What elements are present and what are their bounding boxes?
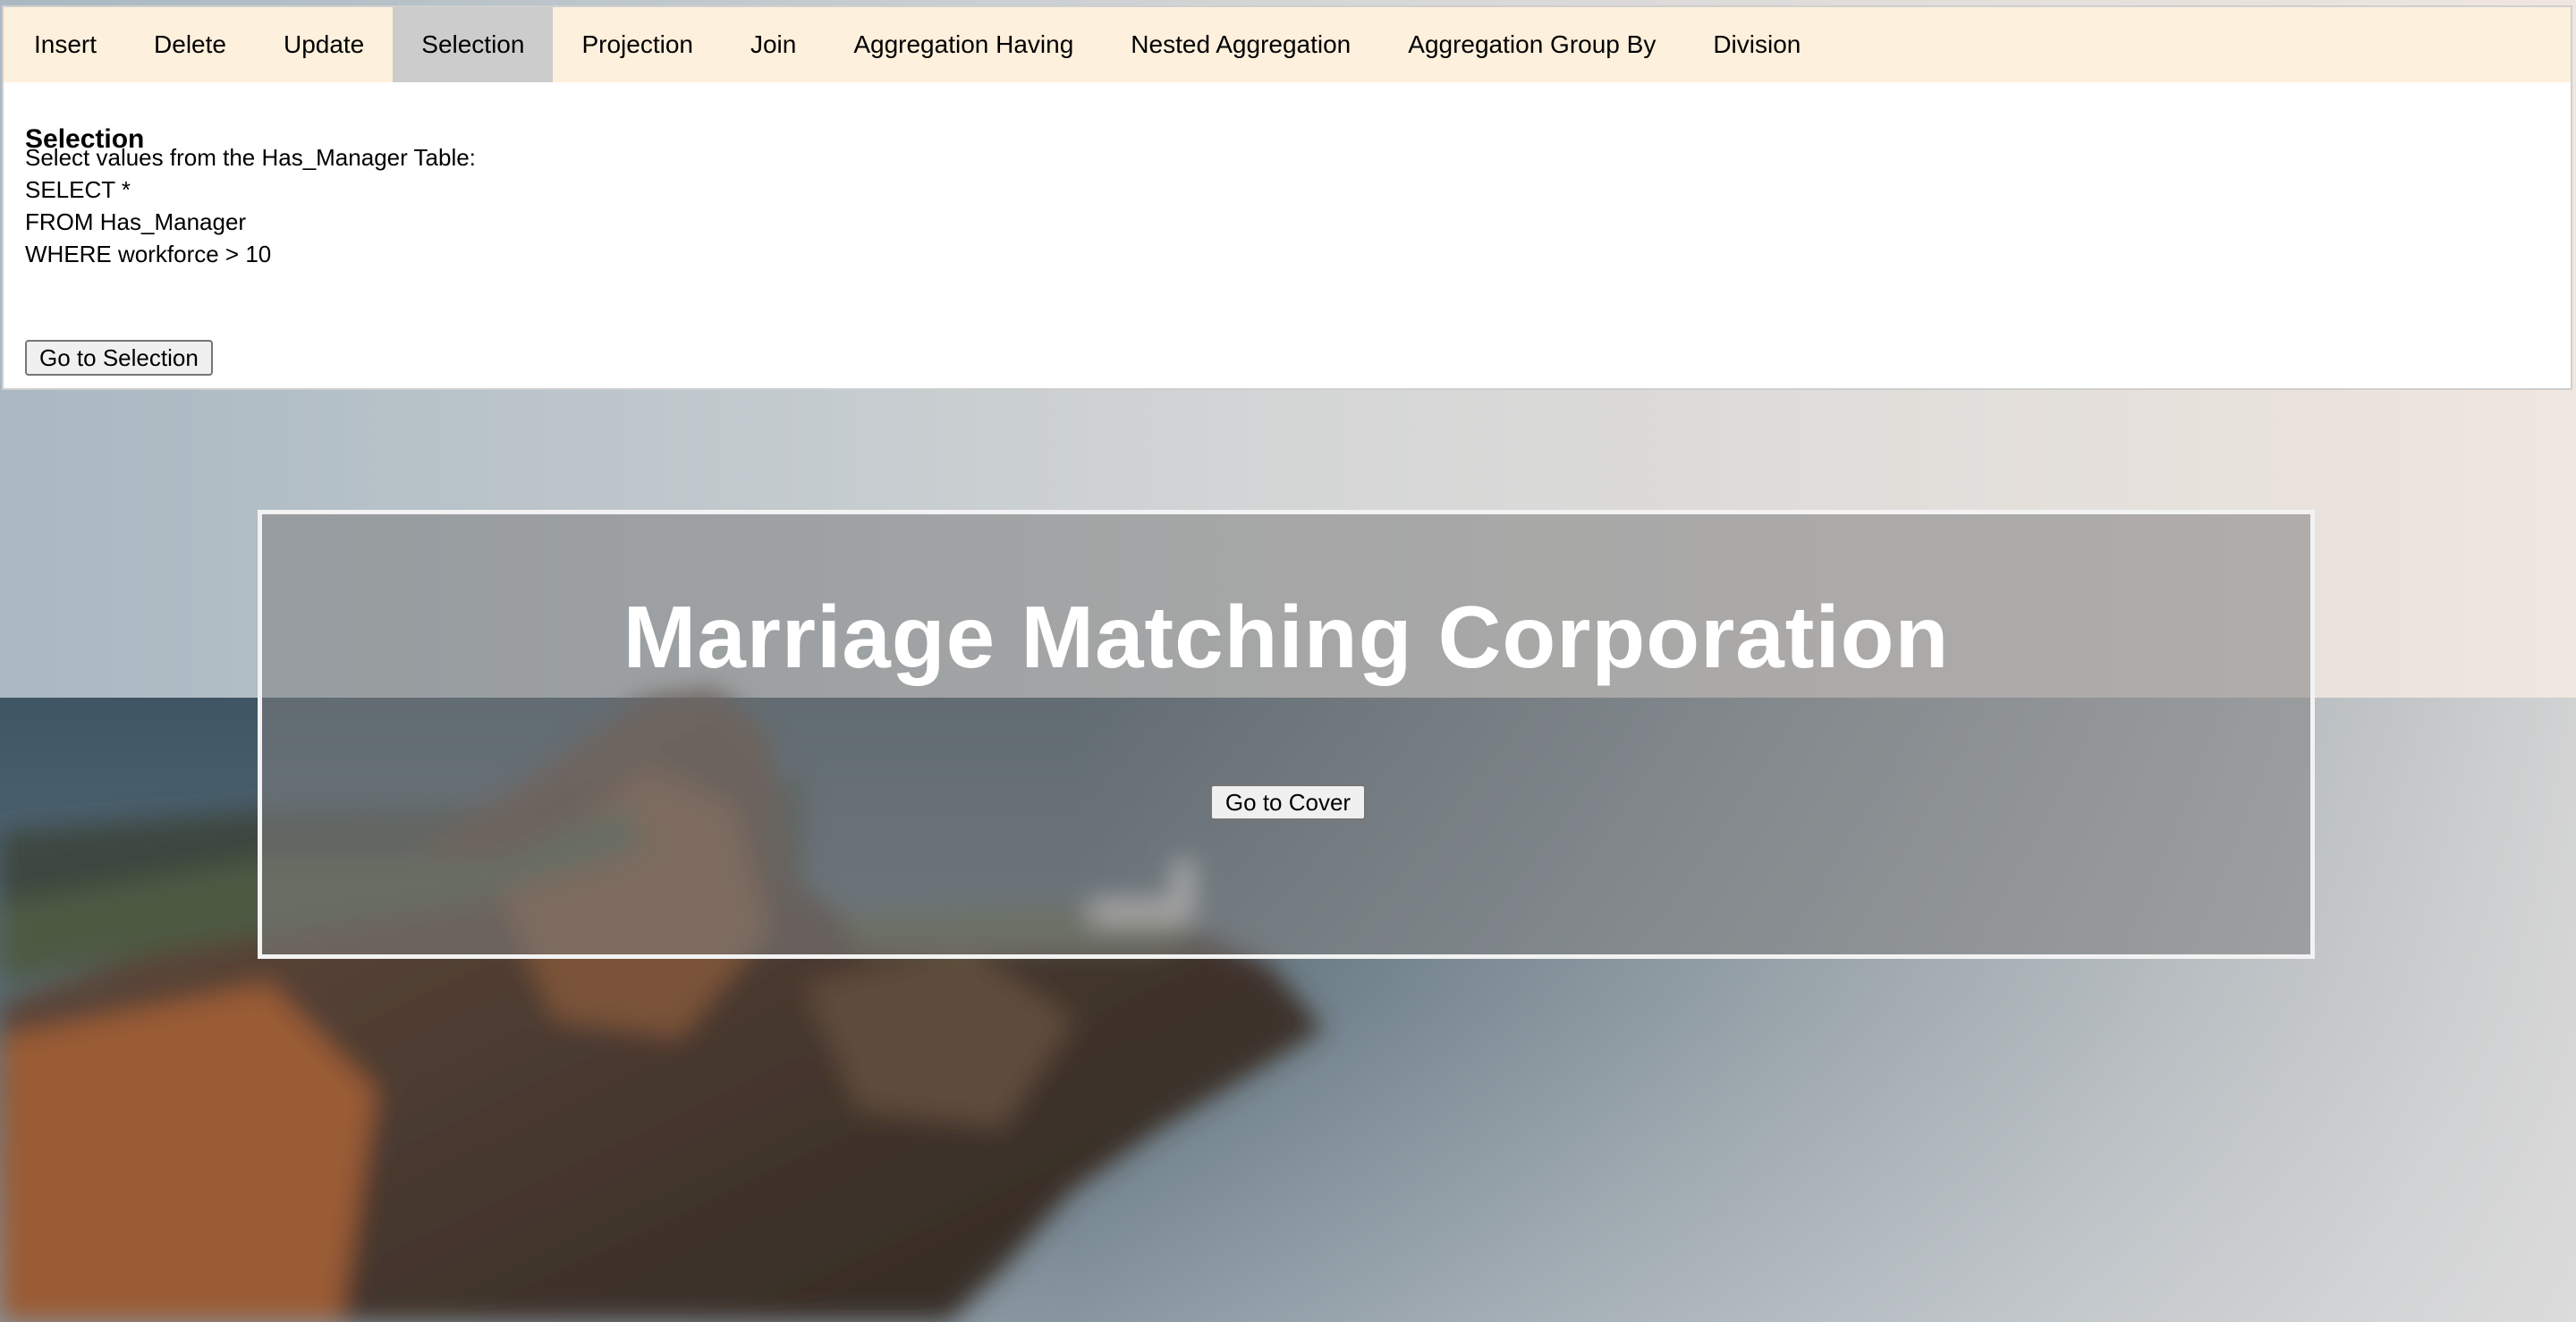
tab-aggregation-having[interactable]: Aggregation Having	[825, 7, 1102, 82]
hero-title: Marriage Matching Corporation	[623, 588, 1950, 686]
tab-update[interactable]: Update	[255, 7, 393, 82]
query-description: Select values from the Has_Manager Table…	[25, 141, 476, 270]
query-line: FROM Has_Manager	[25, 208, 247, 235]
tab-nested-aggregation[interactable]: Nested Aggregation	[1102, 7, 1379, 82]
tab-aggregation-group-by[interactable]: Aggregation Group By	[1379, 7, 1684, 82]
tab-insert[interactable]: Insert	[5, 7, 125, 82]
tab-selection[interactable]: Selection	[393, 7, 554, 82]
query-intro: Select values from the Has_Manager Table…	[25, 144, 476, 171]
query-line: SELECT *	[25, 176, 131, 203]
tab-projection[interactable]: Projection	[553, 7, 722, 82]
go-to-cover-button[interactable]: Go to Cover	[1210, 784, 1366, 820]
tab-delete[interactable]: Delete	[125, 7, 255, 82]
hero-banner: Marriage Matching Corporation Go to Cove…	[258, 510, 2315, 959]
nav-tabs: Insert Delete Update Selection Projectio…	[2, 5, 2572, 84]
tab-division[interactable]: Division	[1684, 7, 1829, 82]
go-to-selection-button[interactable]: Go to Selection	[25, 340, 213, 376]
selection-panel: Selection Select values from the Has_Man…	[2, 82, 2572, 390]
tab-join[interactable]: Join	[722, 7, 825, 82]
query-line: WHERE workforce > 10	[25, 241, 272, 267]
